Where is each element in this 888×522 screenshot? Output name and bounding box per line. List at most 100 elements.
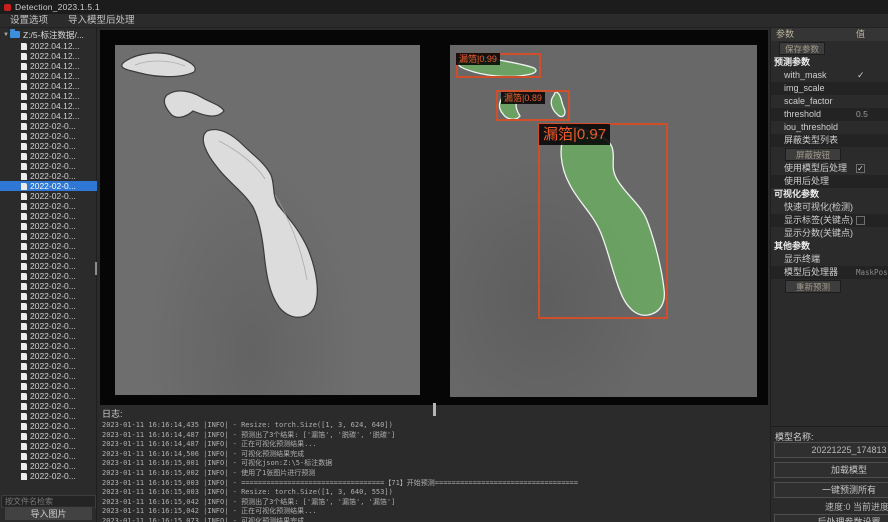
tree-item[interactable]: 2022.04.12... xyxy=(0,71,97,81)
prediction-image[interactable]: 漏箔|0.99 漏箔|0.89 漏箔|0.97 xyxy=(450,45,757,397)
tree-item[interactable]: 2022.04.12... xyxy=(0,41,97,51)
import-images-button[interactable]: 导入图片 xyxy=(4,506,93,521)
tree-item[interactable]: 2022-02-0... xyxy=(0,301,97,311)
threshold-value[interactable]: 0.5 xyxy=(856,108,868,121)
tree-item[interactable]: 2022-02-0... xyxy=(0,201,97,211)
param-row-threshold[interactable]: threshold0.5 xyxy=(771,108,888,121)
param-row-model-postprocessor[interactable]: 模型后处理器MaskPostPro xyxy=(771,266,888,279)
param-row-show-terminal[interactable]: 显示终端 xyxy=(771,253,888,266)
tree-item[interactable]: 2022-02-0... xyxy=(0,321,97,331)
param-row-use-model-postprocess[interactable]: 使用模型后处理✓ xyxy=(771,162,888,175)
param-row-scale-factor[interactable]: scale_factor xyxy=(771,95,888,108)
value-column-header: 值 xyxy=(856,28,865,41)
mask-button[interactable]: 屏蔽按钮 xyxy=(785,148,841,161)
file-icon xyxy=(21,203,27,210)
tree-item[interactable]: 2022-02-0... xyxy=(0,471,97,481)
tree-item[interactable]: 2022.04.12... xyxy=(0,81,97,91)
tree-item[interactable]: 2022-02-0... xyxy=(0,241,97,251)
tree-item[interactable]: 2022-02-0... xyxy=(0,291,97,301)
tree-root-folder[interactable]: ▼ Z:/5-标注数据/... xyxy=(0,28,97,41)
save-params-button[interactable]: 保存参数 xyxy=(779,42,825,55)
repredict-button[interactable]: 重新预测 xyxy=(785,280,841,293)
param-row-show-labels[interactable]: 显示标签(关键点) xyxy=(771,214,888,227)
param-row-with-mask[interactable]: with_mask✓ xyxy=(771,69,888,82)
checkbox-empty[interactable] xyxy=(856,216,865,225)
menu-import-model-postprocess[interactable]: 导入模型后处理 xyxy=(58,14,145,28)
tree-item-label: 2022.04.12... xyxy=(30,71,80,81)
tree-item[interactable]: 2022-02-0... xyxy=(0,211,97,221)
tree-item-label: 2022-02-0... xyxy=(30,241,76,251)
tree-item[interactable]: 2022-02-0... xyxy=(0,331,97,341)
param-row-img-scale[interactable]: img_scale xyxy=(771,82,888,95)
tree-item[interactable]: 2022-02-0... xyxy=(0,361,97,371)
predict-all-button[interactable]: 一键预测所有 xyxy=(774,482,888,498)
param-row-show-scores[interactable]: 显示分数(关键点) xyxy=(771,227,888,240)
tree-item[interactable]: 2022-02-0... xyxy=(0,421,97,431)
tree-item[interactable]: 2022-02-0... xyxy=(0,411,97,421)
param-row-mask-type-list[interactable]: 屏蔽类型列表 xyxy=(771,134,888,147)
tree-item[interactable]: 2022-02-0... xyxy=(0,381,97,391)
file-icon xyxy=(21,193,27,200)
file-icon xyxy=(21,273,27,280)
tree-item[interactable]: 2022-02-0... xyxy=(0,141,97,151)
tree-item-label: 2022-02-0... xyxy=(30,221,76,231)
file-icon xyxy=(21,433,27,440)
load-model-button[interactable]: 加载模型 xyxy=(774,462,888,478)
param-row-use-postprocess[interactable]: 使用后处理 xyxy=(771,175,888,188)
tree-item[interactable]: 2022-02-0... xyxy=(0,121,97,131)
tree-item[interactable]: 2022-02-0... xyxy=(0,451,97,461)
tree-root-label: Z:/5-标注数据/... xyxy=(23,29,84,41)
file-tree[interactable]: ▼ Z:/5-标注数据/... 2022.04.12... 2022.04.12… xyxy=(0,28,97,490)
tree-item[interactable]: 2022-02-0... xyxy=(0,371,97,381)
tree-item[interactable]: 2022-02-0... xyxy=(0,281,97,291)
param-row-iou-threshold[interactable]: iou_threshold xyxy=(771,121,888,134)
menu-settings[interactable]: 设置选项 xyxy=(0,14,58,28)
tree-item[interactable]: 2022.04.12... xyxy=(0,91,97,101)
tree-item[interactable]: 2022-02-0... xyxy=(0,151,97,161)
file-icon xyxy=(21,403,27,410)
tree-item[interactable]: 2022-02-0... xyxy=(0,341,97,351)
tree-item-label: 2022-02-0... xyxy=(30,121,76,131)
tree-item[interactable]: 2022-02-0... xyxy=(0,171,97,181)
tree-item-label: 2022-02-0... xyxy=(30,151,76,161)
log-line: 2023-01-11 16:16:14,435 |INFO| - Resize:… xyxy=(98,421,770,431)
left-splitter-handle[interactable] xyxy=(95,262,97,275)
param-row-fast-visualization[interactable]: 快速可视化(检测) xyxy=(771,201,888,214)
tree-item[interactable]: 2022-02-0... xyxy=(0,181,97,191)
tree-item[interactable]: 2022-02-0... xyxy=(0,401,97,411)
tree-item[interactable]: 2022-02-0... xyxy=(0,351,97,361)
file-icon xyxy=(21,293,27,300)
tree-item[interactable]: 2022-02-0... xyxy=(0,161,97,171)
tree-item[interactable]: 2022-02-0... xyxy=(0,391,97,401)
checkbox-checked[interactable]: ✓ xyxy=(856,164,865,173)
speed-progress-status: 速度:0 当前进度 xyxy=(771,500,888,513)
tree-item-label: 2022-02-0... xyxy=(30,321,76,331)
original-image[interactable] xyxy=(115,45,420,395)
postprocess-params-button[interactable]: 后处理参数设置 xyxy=(774,514,888,522)
tree-item[interactable]: 2022.04.12... xyxy=(0,101,97,111)
splitter-handle[interactable] xyxy=(433,403,436,416)
tree-item-label: 2022-02-0... xyxy=(30,271,76,281)
tree-item[interactable]: 2022-02-0... xyxy=(0,231,97,241)
section-other-params: 其他参数 xyxy=(771,240,888,253)
tree-item[interactable]: 2022-02-0... xyxy=(0,191,97,201)
tree-item[interactable]: 2022-02-0... xyxy=(0,251,97,261)
tree-item[interactable]: 2022-02-0... xyxy=(0,131,97,141)
file-icon xyxy=(21,243,27,250)
section-predict-params: 预测参数 xyxy=(771,56,888,69)
tree-item[interactable]: 2022-02-0... xyxy=(0,271,97,281)
tree-item[interactable]: 2022-02-0... xyxy=(0,311,97,321)
log-console[interactable]: 日志: 2023-01-11 16:16:14,435 |INFO| - Res… xyxy=(98,405,770,522)
tree-item[interactable]: 2022-02-0... xyxy=(0,221,97,231)
tree-item[interactable]: 2022-02-0... xyxy=(0,441,97,451)
tree-item-label: 2022-02-0... xyxy=(30,451,76,461)
tree-item[interactable]: 2022-02-0... xyxy=(0,431,97,441)
tree-item[interactable]: 2022-02-0... xyxy=(0,461,97,471)
tree-item[interactable]: 2022-02-0... xyxy=(0,261,97,271)
tree-item[interactable]: 2022.04.12... xyxy=(0,111,97,121)
tree-item[interactable]: 2022.04.12... xyxy=(0,51,97,61)
tree-item-label: 2022.04.12... xyxy=(30,81,80,91)
model-name-field[interactable]: 20221225_174813 xyxy=(774,442,888,458)
tree-item[interactable]: 2022.04.12... xyxy=(0,61,97,71)
file-icon xyxy=(21,353,27,360)
